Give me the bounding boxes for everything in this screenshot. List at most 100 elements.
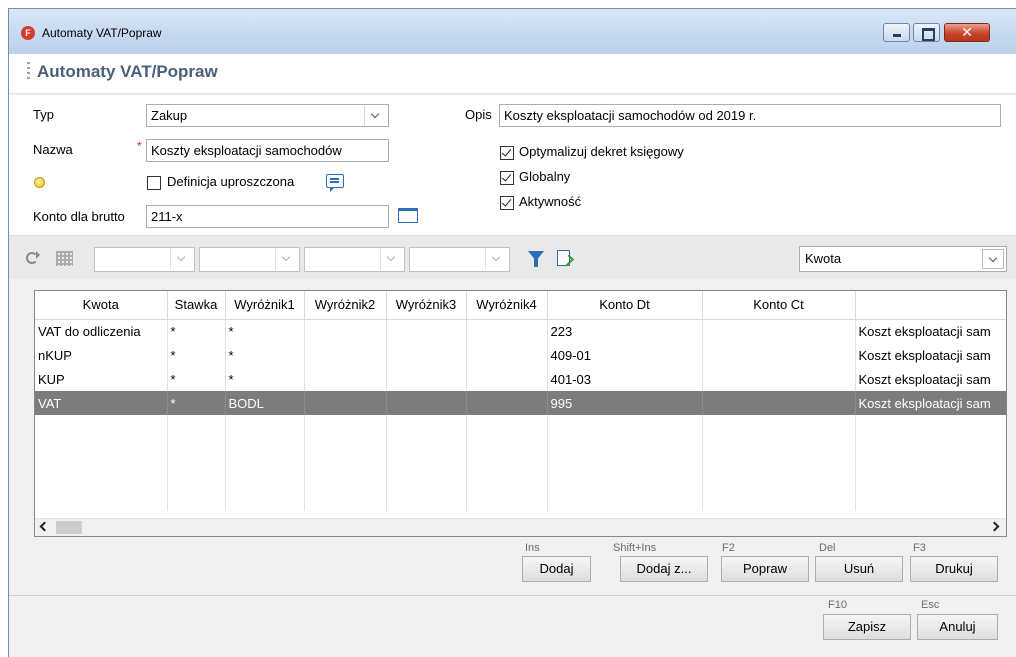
- cell-opis: Koszt eksploatacji sam: [855, 367, 1006, 391]
- popraw-button[interactable]: Popraw: [721, 556, 809, 582]
- zapisz-button[interactable]: Zapisz: [823, 614, 911, 640]
- minimize-icon[interactable]: [883, 23, 910, 42]
- table-row[interactable]: KUP * * 401-03 Koszt eksploatacji sam: [35, 367, 1006, 391]
- data-grid[interactable]: Kwota Stawka Wyróżnik1 Wyróżnik2 Wyróżni…: [34, 290, 1007, 537]
- cell-wyroznik1: BODL: [225, 391, 305, 415]
- opis-input[interactable]: Koszty eksploatacji samochodów od 2019 r…: [499, 104, 1001, 127]
- empty-row: [35, 439, 1006, 463]
- shortcut-zapisz: F10: [828, 599, 847, 611]
- definicja-checkbox[interactable]: [147, 176, 161, 190]
- nazwa-input[interactable]: Koszty eksploatacji samochodów: [146, 139, 389, 162]
- filter-combo-4[interactable]: [409, 247, 510, 272]
- page-header: Automaty VAT/Popraw: [9, 54, 1016, 94]
- aktywnosc-checkbox[interactable]: [500, 196, 514, 210]
- cell-wyroznik1: *: [225, 343, 305, 367]
- maximize-icon[interactable]: [913, 23, 940, 42]
- filter-combo-1[interactable]: [94, 247, 195, 272]
- column-header[interactable]: Konto Ct: [702, 291, 856, 320]
- typ-select[interactable]: Zakup: [146, 104, 389, 127]
- column-header[interactable]: Wyróżnik3: [386, 291, 467, 320]
- filter-icon[interactable]: [528, 251, 544, 267]
- chevron-down-icon[interactable]: [170, 249, 193, 270]
- column-header[interactable]: Wyróżnik2: [304, 291, 387, 320]
- column-select-value: Kwota: [805, 251, 842, 266]
- refresh-icon[interactable]: [26, 251, 40, 264]
- grid-settings-icon[interactable]: [56, 251, 73, 266]
- usun-button[interactable]: Usuń: [815, 556, 903, 582]
- cell-opis: Koszt eksploatacji sam: [855, 391, 1006, 415]
- filter-combo-2[interactable]: [199, 247, 300, 272]
- typ-value: Zakup: [151, 108, 188, 123]
- table-row[interactable]: VAT do odliczenia * * 223 Koszt eksploat…: [35, 319, 1006, 343]
- horizontal-scrollbar[interactable]: [35, 518, 1006, 536]
- cell-wyroznik3: [386, 319, 467, 343]
- cell-wyroznik2: [304, 367, 387, 391]
- required-marker: *: [137, 139, 142, 153]
- comment-icon[interactable]: [326, 174, 344, 192]
- cell-konto-ct: [702, 391, 856, 415]
- column-header[interactable]: Wyróżnik1: [225, 291, 305, 320]
- shortcut-drukuj: F3: [913, 542, 926, 554]
- cell-stawka: *: [167, 319, 226, 343]
- konto-brutto-input[interactable]: 211-x: [146, 205, 389, 228]
- chevron-left-icon[interactable]: [39, 521, 50, 532]
- cell-kwota: nKUP: [35, 343, 168, 367]
- table-row[interactable]: nKUP * * 409-01 Koszt eksploatacji sam: [35, 343, 1006, 367]
- folder-icon[interactable]: [398, 208, 418, 223]
- title-bar[interactable]: F Automaty VAT/Popraw ✕: [9, 9, 1016, 54]
- column-header[interactable]: Konto Dt: [547, 291, 703, 320]
- globalny-label: Globalny: [519, 169, 571, 184]
- column-header[interactable]: Kwota: [35, 291, 168, 320]
- column-header[interactable]: Wyróżnik4: [466, 291, 548, 320]
- cell-wyroznik3: [386, 367, 467, 391]
- cell-wyroznik3: [386, 343, 467, 367]
- shortcut-dodaj: Ins: [525, 542, 540, 554]
- chevron-down-icon[interactable]: [380, 249, 403, 270]
- chevron-down-icon[interactable]: [485, 249, 508, 270]
- shortcut-anuluj: Esc: [921, 599, 940, 611]
- cell-konto-dt: 409-01: [547, 343, 703, 367]
- empty-row: [35, 463, 1006, 487]
- empty-row: [35, 415, 1006, 439]
- cell-stawka: *: [167, 367, 226, 391]
- cell-kwota: VAT: [35, 391, 168, 415]
- anuluj-button[interactable]: Anuluj: [917, 614, 998, 640]
- filter-combo-3[interactable]: [304, 247, 405, 272]
- grid-toolbar: Kwota: [9, 235, 1016, 279]
- globalny-checkbox[interactable]: [500, 171, 514, 185]
- cell-opis: Koszt eksploatacji sam: [855, 343, 1006, 367]
- chevron-down-icon[interactable]: [982, 249, 1004, 269]
- cell-wyroznik1: *: [225, 367, 305, 391]
- nazwa-label: Nazwa: [33, 142, 73, 157]
- chevron-right-icon[interactable]: [989, 521, 1000, 532]
- dodaj-z-button[interactable]: Dodaj z...: [620, 556, 708, 582]
- konto-brutto-label: Konto dla brutto: [33, 209, 125, 224]
- column-select[interactable]: Kwota: [799, 246, 1007, 272]
- form-area: Typ Zakup Nazwa * Koszty eksploatacji sa…: [9, 95, 1016, 235]
- column-header[interactable]: Stawka: [167, 291, 226, 320]
- cell-konto-dt: 995: [547, 391, 703, 415]
- table-row-selected[interactable]: VAT * BODL 995 Koszt eksploatacji sam: [35, 391, 1006, 415]
- grid-header-row: Kwota Stawka Wyróżnik1 Wyróżnik2 Wyróżni…: [35, 291, 1006, 320]
- cell-wyroznik3: [386, 391, 467, 415]
- cell-kwota: VAT do odliczenia: [35, 319, 168, 343]
- cell-stawka: *: [167, 343, 226, 367]
- scrollbar-thumb[interactable]: [56, 521, 82, 534]
- chevron-down-icon[interactable]: [364, 106, 387, 125]
- dodaj-button[interactable]: Dodaj: [522, 556, 591, 582]
- column-header[interactable]: [855, 291, 1006, 320]
- optymalizuj-checkbox[interactable]: [500, 146, 514, 160]
- drukuj-button[interactable]: Drukuj: [910, 556, 998, 582]
- cell-wyroznik2: [304, 319, 387, 343]
- shortcut-popraw: F2: [722, 542, 735, 554]
- cell-kwota: KUP: [35, 367, 168, 391]
- export-icon[interactable]: [557, 250, 570, 266]
- chevron-down-icon[interactable]: [275, 249, 298, 270]
- page-title: Automaty VAT/Popraw: [37, 62, 218, 81]
- close-glyph: ✕: [961, 24, 973, 40]
- cell-stawka: *: [167, 391, 226, 415]
- empty-row: [35, 487, 1006, 511]
- close-icon[interactable]: ✕: [944, 23, 990, 42]
- app-logo-icon: F: [21, 26, 35, 40]
- typ-label: Typ: [33, 107, 54, 122]
